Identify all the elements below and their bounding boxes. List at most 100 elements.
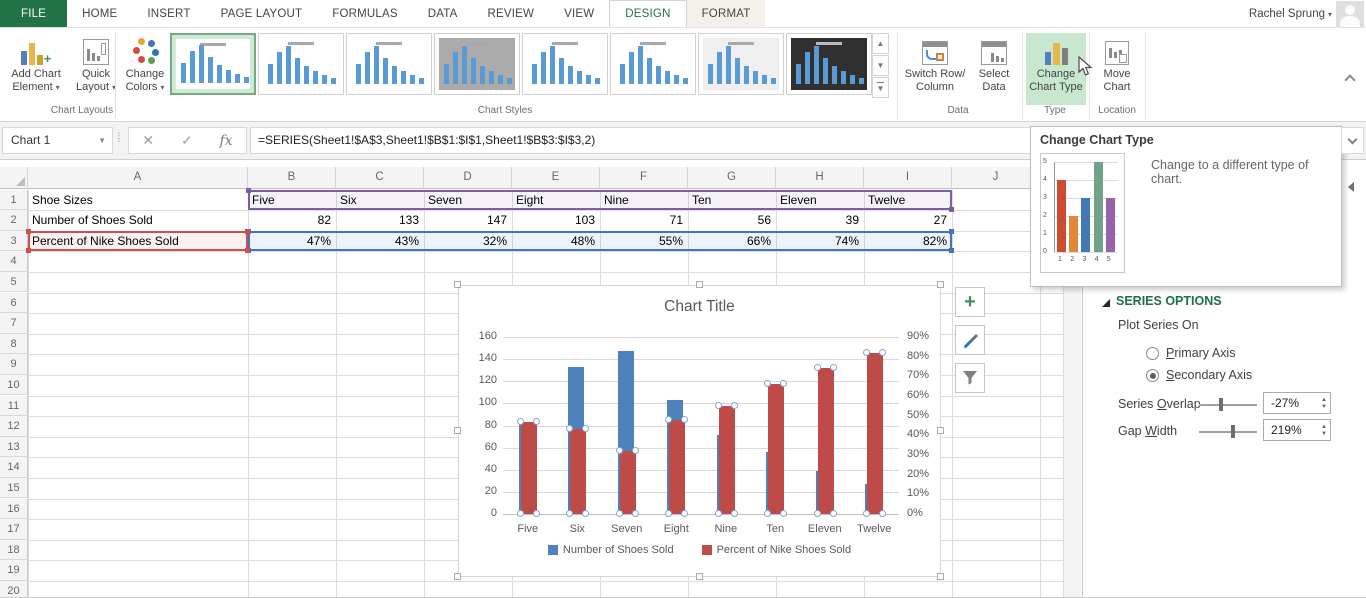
range-handle[interactable] [245, 248, 250, 253]
row-header-4[interactable]: 4 [0, 251, 28, 272]
column-header-E[interactable]: E [512, 167, 600, 189]
gap-width-slider[interactable] [1199, 431, 1257, 433]
tab-page-layout[interactable]: PAGE LAYOUT [206, 0, 318, 27]
series-selection-handle[interactable] [582, 510, 589, 517]
series-options-header[interactable]: SERIES OPTIONS [1116, 294, 1222, 308]
gap-width-spinner[interactable]: 219% ▲▼ [1263, 419, 1331, 441]
legend-item[interactable]: Number of Shoes Sold [548, 544, 674, 556]
row-header-11[interactable]: 11 [0, 396, 28, 417]
series-selection-handle[interactable] [616, 447, 623, 454]
series-selection-handle[interactable] [879, 349, 886, 356]
cell-I1[interactable]: Twelve [868, 190, 951, 210]
series-selection-handle[interactable] [632, 447, 639, 454]
cell-I2[interactable]: 27 [864, 210, 947, 230]
formula-bar-expand-button[interactable] [1341, 127, 1364, 154]
cell-I3[interactable]: 82% [864, 231, 947, 251]
series-selection-handle[interactable] [533, 418, 540, 425]
row-header-12[interactable]: 12 [0, 416, 28, 437]
series-selection-handle[interactable] [582, 425, 589, 432]
tab-design[interactable]: DESIGN [609, 0, 686, 27]
cell-G1[interactable]: Ten [692, 190, 775, 210]
chart-style-thumbnail-3[interactable] [346, 33, 432, 95]
user-account[interactable]: Rachel Sprung [1249, 0, 1332, 28]
series-selection-handle[interactable] [665, 416, 672, 423]
section-collapse-icon[interactable] [1102, 299, 1110, 307]
row-header-10[interactable]: 10 [0, 375, 28, 396]
cell-G3[interactable]: 66% [688, 231, 771, 251]
tab-view[interactable]: VIEW [549, 0, 609, 27]
row-header-20[interactable]: 20 [0, 581, 28, 598]
chart-title[interactable]: Chart Title [459, 298, 940, 316]
embedded-chart[interactable]: Chart Title Number of Shoes Sold Percent … [458, 285, 941, 577]
cell-D1[interactable]: Seven [428, 190, 511, 210]
column-header-H[interactable]: H [776, 167, 864, 189]
bar-percent-of-nike-shoes-sold[interactable] [818, 368, 834, 514]
row-header-6[interactable]: 6 [0, 293, 28, 314]
pane-collapse-arrow-icon[interactable] [1348, 182, 1354, 192]
chart-frame-handle[interactable] [937, 281, 944, 288]
bar-percent-of-nike-shoes-sold[interactable] [867, 353, 883, 514]
cell-F2[interactable]: 71 [600, 210, 683, 230]
chart-frame-handle[interactable] [454, 573, 461, 580]
tab-review[interactable]: REVIEW [473, 0, 550, 27]
chart-style-thumbnail-4[interactable] [434, 33, 520, 95]
series-selection-handle[interactable] [863, 349, 870, 356]
chart-elements-button[interactable]: + [955, 287, 985, 317]
chart-frame-handle[interactable] [937, 573, 944, 580]
gap-width-slider-handle[interactable] [1231, 425, 1235, 438]
cell-C3[interactable]: 43% [336, 231, 419, 251]
select-all-corner[interactable] [0, 167, 28, 189]
range-handle[interactable] [949, 248, 954, 253]
cell-A3[interactable]: Percent of Nike Shoes Sold [32, 231, 244, 251]
column-header-C[interactable]: C [336, 167, 424, 189]
series-selection-handle[interactable] [830, 510, 837, 517]
change-chart-type-button[interactable]: Change Chart Type [1026, 33, 1086, 105]
move-chart-button[interactable]: Move Chart [1093, 33, 1141, 105]
cell-H1[interactable]: Eleven [780, 190, 863, 210]
chart-style-thumbnail-1[interactable] [170, 33, 256, 95]
cell-E3[interactable]: 48% [512, 231, 595, 251]
row-header-5[interactable]: 5 [0, 272, 28, 293]
column-header-D[interactable]: D [424, 167, 512, 189]
cell-A1[interactable]: Shoe Sizes [32, 190, 244, 210]
legend-item[interactable]: Percent of Nike Shoes Sold [702, 544, 852, 556]
series-selection-handle[interactable] [517, 510, 524, 517]
chart-style-thumbnail-6[interactable] [610, 33, 696, 95]
chart-frame-handle[interactable] [454, 427, 461, 434]
row-header-19[interactable]: 19 [0, 560, 28, 581]
cell-E1[interactable]: Eight [516, 190, 599, 210]
chart-filters-button[interactable] [955, 363, 985, 393]
series-selection-handle[interactable] [764, 510, 771, 517]
chart-frame-handle[interactable] [937, 427, 944, 434]
row-header-14[interactable]: 14 [0, 457, 28, 478]
enter-icon[interactable]: ✓ [181, 132, 193, 149]
gallery-more-button[interactable]: ▼ [872, 77, 889, 98]
tab-data[interactable]: DATA [413, 0, 473, 27]
row-header-7[interactable]: 7 [0, 313, 28, 334]
insert-function-icon[interactable]: fx [220, 133, 233, 149]
cell-H2[interactable]: 39 [776, 210, 859, 230]
cell-B1[interactable]: Five [252, 190, 335, 210]
column-header-G[interactable]: G [688, 167, 776, 189]
user-name[interactable]: Rachel Sprung [1249, 8, 1332, 20]
cell-D3[interactable]: 32% [424, 231, 507, 251]
column-header-J[interactable]: J [952, 167, 1040, 189]
series-overlap-slider[interactable] [1199, 404, 1257, 406]
chart-styles-button[interactable] [955, 325, 985, 355]
name-box[interactable]: Chart 1 ▼ [2, 127, 113, 154]
series-selection-handle[interactable] [715, 510, 722, 517]
series-selection-handle[interactable] [780, 380, 787, 387]
radio-secondary-axis[interactable] [1146, 369, 1159, 382]
column-header-F[interactable]: F [600, 167, 688, 189]
cell-G2[interactable]: 56 [688, 210, 771, 230]
row-header-3[interactable]: 3 [0, 231, 28, 252]
chart-frame-handle[interactable] [696, 573, 703, 580]
tab-home[interactable]: HOME [67, 0, 132, 27]
series-selection-handle[interactable] [731, 510, 738, 517]
switch-row-column-button[interactable]: Switch Row/ Column [903, 33, 967, 105]
range-handle[interactable] [26, 248, 31, 253]
range-handle[interactable] [26, 229, 31, 234]
bar-percent-of-nike-shoes-sold[interactable] [570, 429, 586, 514]
chart-style-thumbnail-7[interactable] [698, 33, 784, 95]
cell-C1[interactable]: Six [340, 190, 423, 210]
